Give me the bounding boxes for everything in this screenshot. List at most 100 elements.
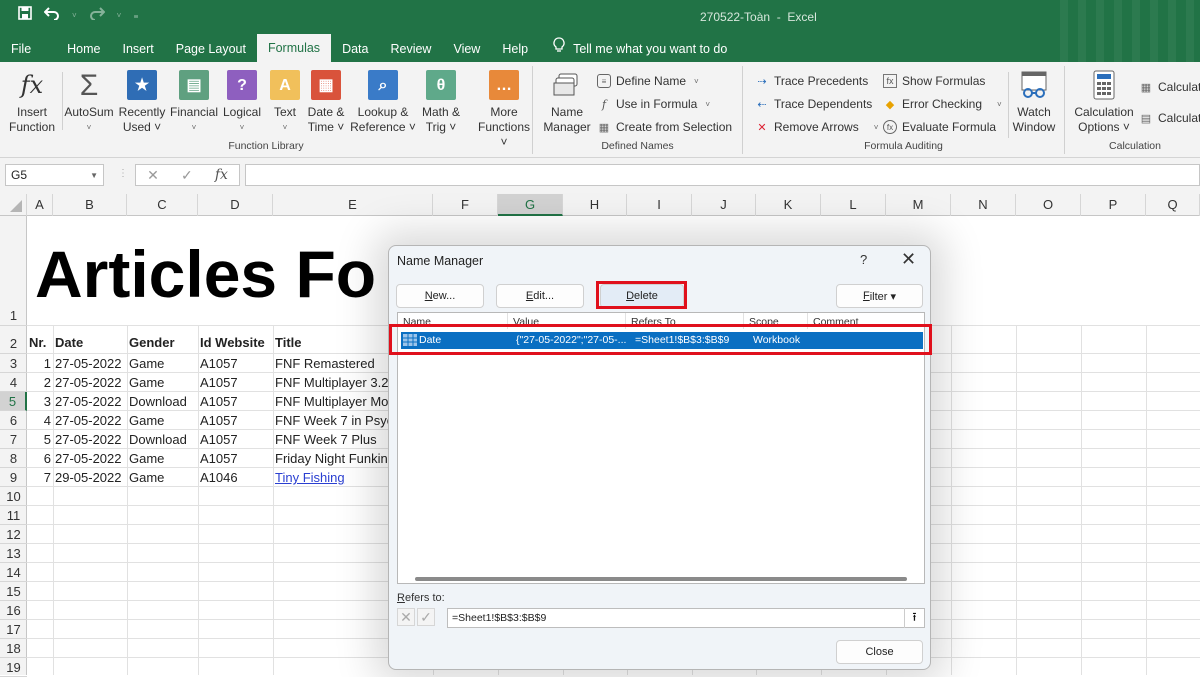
redo-icon[interactable] <box>89 6 106 24</box>
calculate-now-button[interactable]: ▦ Calculat <box>1139 80 1200 94</box>
header-cell-id-website[interactable]: Id Website <box>200 333 273 352</box>
tab-file[interactable]: File <box>0 36 42 62</box>
cancel-icon[interactable]: ✕ <box>147 167 159 184</box>
chevron-down-icon[interactable]: ▼ <box>90 168 98 182</box>
cell-date[interactable]: 27-05-2022 <box>55 354 127 373</box>
column-header-k[interactable]: K <box>756 194 821 216</box>
tab-help[interactable]: Help <box>491 36 539 62</box>
function-button-autosum[interactable]: Σ AutoSum ˅ <box>64 70 114 135</box>
column-header-j[interactable]: J <box>692 194 756 216</box>
column-header-m[interactable]: M <box>886 194 951 216</box>
cell-gender[interactable]: Game <box>129 449 198 468</box>
collapse-dialog-icon[interactable]: ⭱ <box>904 608 924 628</box>
cell-id-website[interactable]: A1057 <box>200 430 273 449</box>
cell-date[interactable]: 29-05-2022 <box>55 468 127 487</box>
save-icon[interactable] <box>18 6 32 24</box>
horizontal-scrollbar[interactable] <box>415 577 907 581</box>
column-header-l[interactable]: L <box>821 194 886 216</box>
row-header-19[interactable]: 19 <box>0 658 27 677</box>
column-header-f[interactable]: F <box>433 194 498 216</box>
row-header-1[interactable]: 1 <box>0 216 27 326</box>
function-button-logical[interactable]: ? Logical ˅ <box>220 70 264 135</box>
formula-input[interactable] <box>245 164 1200 186</box>
undo-dropdown-icon[interactable]: ˅ <box>72 11 77 20</box>
tab-review[interactable]: Review <box>379 36 442 62</box>
name-manager-button[interactable]: Name Manager <box>541 70 593 135</box>
tab-page-layout[interactable]: Page Layout <box>165 36 257 62</box>
cell-date[interactable]: 27-05-2022 <box>55 449 127 468</box>
column-header-q[interactable]: Q <box>1146 194 1200 216</box>
function-button-lookup[interactable]: ⌕ Lookup & Reference ˅ <box>350 70 416 135</box>
use-in-formula-button[interactable]: 𝑓 Use in Formula ˅ <box>597 97 710 111</box>
header-cell-nr[interactable]: Nr. <box>29 333 53 352</box>
cell-gender[interactable]: Game <box>129 373 198 392</box>
column-header-g[interactable]: G <box>498 194 563 216</box>
close-icon[interactable]: ✕ <box>901 249 916 270</box>
tab-insert[interactable]: Insert <box>112 36 165 62</box>
function-button-date[interactable]: ▦ Date & Time ˅ <box>304 70 348 135</box>
row-header-16[interactable]: 16 <box>0 601 27 620</box>
column-header-b[interactable]: B <box>53 194 127 216</box>
insert-function-button[interactable]: fx Insert Function <box>8 70 56 135</box>
cell-id-website[interactable]: A1057 <box>200 449 273 468</box>
evaluate-formula-button[interactable]: fx Evaluate Formula <box>883 120 996 134</box>
refers-to-input[interactable]: =Sheet1!$B$3:$B$9 ⭱ <box>447 608 925 628</box>
cell-id-website[interactable]: A1057 <box>200 411 273 430</box>
row-header-5[interactable]: 5 <box>0 392 27 411</box>
column-header-h[interactable]: H <box>563 194 627 216</box>
cell-nr[interactable]: 2 <box>29 373 51 392</box>
row-header-13[interactable]: 13 <box>0 544 27 563</box>
show-formulas-button[interactable]: fx Show Formulas <box>883 74 985 88</box>
calculate-sheet-button[interactable]: ▤ Calculat <box>1139 111 1200 125</box>
cell-nr[interactable]: 5 <box>29 430 51 449</box>
row-header-10[interactable]: 10 <box>0 487 27 506</box>
row-header-17[interactable]: 17 <box>0 620 27 639</box>
cell-nr[interactable]: 3 <box>29 392 51 411</box>
cell-nr[interactable]: 4 <box>29 411 51 430</box>
cell-gender[interactable]: Download <box>129 392 198 411</box>
row-header-9[interactable]: 9 <box>0 468 27 487</box>
calculation-options-button[interactable]: Calculation Options ˅ <box>1071 70 1137 135</box>
column-header-o[interactable]: O <box>1016 194 1081 216</box>
tab-data[interactable]: Data <box>331 36 379 62</box>
cell-nr[interactable]: 1 <box>29 354 51 373</box>
cell-gender[interactable]: Game <box>129 468 198 487</box>
row-header-4[interactable]: 4 <box>0 373 27 392</box>
cell-id-website[interactable]: A1046 <box>200 468 273 487</box>
cell-gender[interactable]: Game <box>129 354 198 373</box>
name-box[interactable]: G5 ▼ <box>5 164 104 186</box>
column-header-a[interactable]: A <box>27 194 53 216</box>
close-button[interactable]: Close <box>836 640 923 664</box>
tell-me-search[interactable]: Tell me what you want to do <box>539 36 727 62</box>
row-header-7[interactable]: 7 <box>0 430 27 449</box>
confirm-edit-icon[interactable]: ✓ <box>417 608 435 626</box>
column-header-c[interactable]: C <box>127 194 198 216</box>
cell-gender[interactable]: Game <box>129 411 198 430</box>
cell-date[interactable]: 27-05-2022 <box>55 430 127 449</box>
cell-id-website[interactable]: A1057 <box>200 392 273 411</box>
undo-icon[interactable] <box>43 6 60 24</box>
create-from-selection-button[interactable]: ▦ Create from Selection <box>597 120 732 134</box>
function-button-financial[interactable]: ▤ Financial ˅ <box>170 70 218 135</box>
column-header-d[interactable]: D <box>198 194 273 216</box>
column-header-p[interactable]: P <box>1081 194 1146 216</box>
tab-formulas[interactable]: Formulas <box>256 34 332 62</box>
filter-button[interactable]: Filter ▾ <box>836 284 923 308</box>
header-cell-date[interactable]: Date <box>55 333 127 352</box>
row-header-8[interactable]: 8 <box>0 449 27 468</box>
tab-home[interactable]: Home <box>56 36 111 62</box>
cancel-edit-icon[interactable]: ✕ <box>397 608 415 626</box>
cell-id-website[interactable]: A1057 <box>200 373 273 392</box>
cell-nr[interactable]: 7 <box>29 468 51 487</box>
trace-dependents-button[interactable]: ⇠ Trace Dependents <box>755 97 872 111</box>
column-header-e[interactable]: E <box>273 194 433 216</box>
define-name-button[interactable]: ≡ Define Name ˅ <box>597 74 699 88</box>
grip-icon[interactable]: ⋮ <box>118 168 128 179</box>
insert-function-icon[interactable]: fx <box>215 167 228 183</box>
redo-dropdown-icon[interactable]: ˅ <box>117 11 122 20</box>
function-button-text[interactable]: A Text ˅ <box>270 70 300 135</box>
cell-date[interactable]: 27-05-2022 <box>55 392 127 411</box>
row-header-15[interactable]: 15 <box>0 582 27 601</box>
new-button[interactable]: New... <box>396 284 484 308</box>
cell-date[interactable]: 27-05-2022 <box>55 373 127 392</box>
